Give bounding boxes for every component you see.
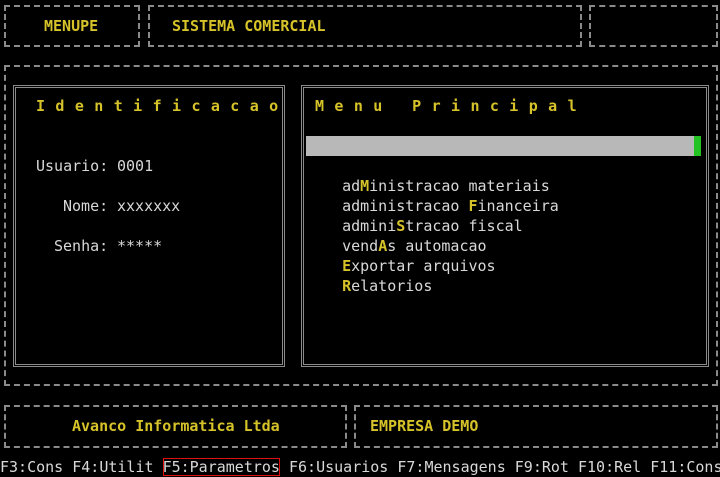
- fkey-f11[interactable]: F11:Cons: [650, 458, 720, 476]
- user-value: 0001: [117, 157, 154, 175]
- name-value: xxxxxxx: [117, 197, 181, 215]
- menu-item-exportar-arquivos[interactable]: Exportar arquivos: [324, 236, 496, 275]
- identification-panel: [13, 85, 285, 367]
- menu-item-label-post: elatorios: [351, 277, 433, 295]
- header-right-box: [589, 5, 718, 47]
- fkey-f9[interactable]: F9:Rot: [515, 458, 569, 476]
- name-label: Nome:: [63, 197, 109, 215]
- vendor-name: Avanco Informatica Ltda: [72, 417, 280, 435]
- menu-item-administracao-financeira[interactable]: administracao Financeira: [324, 176, 559, 215]
- user-label: Usuario:: [36, 157, 109, 175]
- text-cursor: [694, 136, 701, 156]
- function-key-bar: F3:Cons F4:Utilit F5:Parametros F6:Usuar…: [0, 457, 720, 477]
- password-value: *****: [117, 237, 163, 255]
- menu-item-administracao-materiais[interactable]: adMinistracao materiais: [324, 156, 550, 195]
- main-menu-title: Menu Principal: [315, 97, 588, 115]
- system-title: SISTEMA COMERCIAL: [172, 17, 326, 35]
- fkey-f5[interactable]: F5:Parametros: [162, 458, 280, 476]
- fkey-f6[interactable]: F6:Usuarios: [289, 458, 388, 476]
- menu-item-hotkey: R: [342, 277, 352, 295]
- company-name: EMPRESA DEMO: [370, 417, 479, 435]
- program-name: MENUPE: [44, 17, 99, 35]
- fkey-f4[interactable]: F4:Utilit: [72, 458, 153, 476]
- fkey-f10[interactable]: F10:Rel: [578, 458, 641, 476]
- menu-item-relatorios[interactable]: Relatorios: [324, 256, 432, 295]
- password-label: Senha:: [54, 237, 109, 255]
- fkey-f7[interactable]: F7:Mensagens: [397, 458, 505, 476]
- fkey-f3[interactable]: F3:Cons: [0, 458, 63, 476]
- menu-item-administracao-fiscal[interactable]: adminiStracao fiscal: [324, 196, 523, 235]
- menu-item-cadastros[interactable]: û Cadastros basicos: [306, 136, 696, 175]
- identification-title: Identificacao: [36, 97, 289, 115]
- menu-item-vendas-automacao[interactable]: vendAs automacao: [324, 216, 487, 255]
